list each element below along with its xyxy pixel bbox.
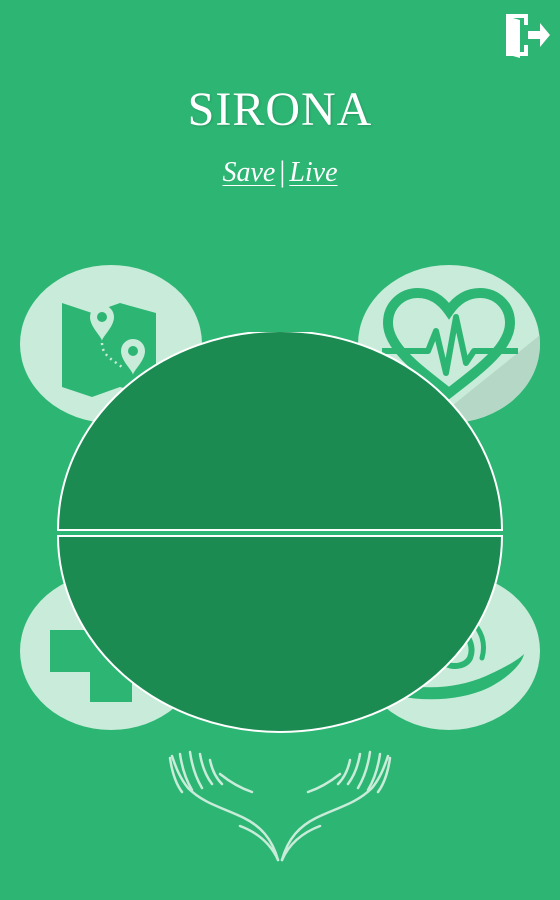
tagline: Save | Live [0, 155, 560, 189]
logout-button[interactable] [500, 12, 554, 58]
home-screen: SIRONA Save | Live [0, 0, 560, 900]
app-title: SIRONA [187, 83, 373, 136]
dial-top-button[interactable] [56, 332, 504, 532]
hands-logo [160, 748, 400, 864]
door-exit-icon [506, 14, 550, 58]
tagline-live: Live [289, 157, 338, 188]
cupped-hands-icon [168, 750, 392, 862]
tagline-save: Save [222, 157, 276, 188]
dial-bottom-button[interactable] [56, 536, 504, 734]
tagline-separator: | [279, 155, 286, 188]
central-dial [56, 332, 504, 734]
